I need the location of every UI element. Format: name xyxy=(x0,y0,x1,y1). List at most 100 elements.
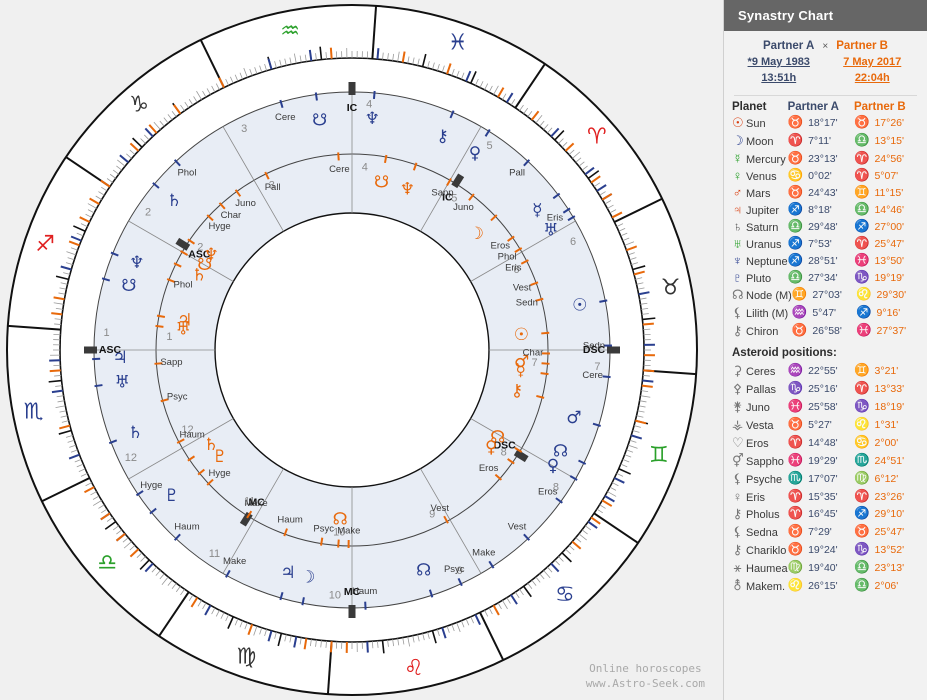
degree-value: 2°00' xyxy=(871,437,899,450)
chart-label: Cere xyxy=(582,370,603,381)
degree-value: 28°51' xyxy=(805,254,838,267)
mars-icon: ♂ xyxy=(732,184,743,200)
eros-icon: ♡ xyxy=(732,434,744,450)
planet-name: Sun xyxy=(746,117,766,130)
chart-label: Vest xyxy=(431,503,450,514)
watermark-line-2: www.Astro-Seek.com xyxy=(585,677,705,691)
partner-a-label[interactable]: Partner A xyxy=(763,40,814,52)
cell-planet: ♀ Eris xyxy=(732,488,788,505)
sign-icon: ♊ xyxy=(854,363,870,378)
chart-label: ☋ xyxy=(312,110,327,130)
cell-partner-b: ♈ 5°07' xyxy=(854,167,919,184)
sappho-icon: ⚥ xyxy=(732,452,744,468)
planet-name: Node (M) xyxy=(746,289,792,302)
planet-name: Haumea xyxy=(746,562,788,575)
planet-name: Chariklo xyxy=(746,544,787,557)
cell-partner-b: ♊ 11°15' xyxy=(854,184,919,201)
pluto-icon: ♇ xyxy=(732,269,743,285)
tick xyxy=(329,47,333,59)
planet-rows: ☉ Sun ♉ 18°17' ♉ 17°26' ☽ Moon ♈ 7°11' ♎ 13°15'… xyxy=(732,114,919,286)
degree-value: 2°06' xyxy=(871,580,899,593)
chart-label: 5 xyxy=(486,140,492,152)
planet-name: Mars xyxy=(746,187,771,200)
cell-partner-a: ♈ 14°48' xyxy=(788,434,854,452)
chart-label: 10 xyxy=(329,589,341,601)
degree-value: 13°50' xyxy=(871,254,905,267)
juno-icon: ⚵ xyxy=(732,398,743,414)
chart-label: ♉ xyxy=(661,276,681,301)
degree-value: 23°13' xyxy=(805,152,838,165)
chart-label: Eris xyxy=(547,213,564,224)
planet-name: Psyche xyxy=(746,473,783,486)
col-partner-a: Partner A xyxy=(787,100,839,113)
sign-icon: ♊ xyxy=(853,184,870,199)
cell-partner-a: ♊ 27°03' xyxy=(792,286,856,304)
tick xyxy=(641,384,653,388)
planet-name: Pluto xyxy=(746,272,772,285)
sign-icon: ♉ xyxy=(787,542,804,557)
cell-planet: ⚷ Chariklo xyxy=(732,541,788,559)
table-row: ♀ Venus ♋ 0°02' ♈ 5°07' xyxy=(732,167,919,184)
partner-a-datetime[interactable]: *9 May 1983 13:51h xyxy=(732,55,826,87)
cell-partner-b: ♐ 27°00' xyxy=(854,218,919,235)
table-row: ♅ Uranus ♐ 7°53' ♈ 25°47' xyxy=(732,235,919,252)
table-row: ♂ Mars ♉ 24°43' ♊ 11°15' xyxy=(732,184,919,201)
chariklo-icon: ⚷ xyxy=(732,541,743,557)
sign-icon: ♎ xyxy=(787,269,804,284)
sign-icon: ♐ xyxy=(787,201,804,216)
chart-label: 4 xyxy=(362,161,368,173)
chart-label: Make xyxy=(472,547,495,558)
chart-label: Phol xyxy=(498,251,517,262)
planet-name: Eros xyxy=(746,437,769,450)
chart-wheel-svg: ♈♉♊♋♌♍♎♏♐♑♒ ♓1234567891011121234567891011… xyxy=(6,4,698,696)
cell-partner-a: ♉ 23°13' xyxy=(788,150,854,167)
partner-b-datetime[interactable]: 7 May 2017 22:04h xyxy=(826,55,920,87)
planet-name: Lilith (M) xyxy=(746,307,789,320)
degree-value: 16°45' xyxy=(805,508,838,521)
cell-partner-a: ♉ 26°58' xyxy=(792,322,856,340)
dates-row: *9 May 1983 13:51h 7 May 2017 22:04h xyxy=(732,52,919,87)
chart-label: ♆ xyxy=(400,179,415,199)
planet-name: Pholus xyxy=(746,508,780,521)
sign-icon: ♎ xyxy=(854,560,870,575)
planet-name: Juno xyxy=(746,401,770,414)
tick xyxy=(156,314,166,318)
chart-label: Psyc xyxy=(444,564,465,575)
cell-partner-b: ♑ 13°52' xyxy=(854,541,919,559)
cell-partner-b: ♎ 13°15' xyxy=(854,132,919,150)
degree-value: 11°15' xyxy=(871,186,904,199)
chart-label: Haum xyxy=(277,515,302,526)
sign-icon: ♓ xyxy=(853,252,870,267)
chart-label: 6 xyxy=(570,236,576,248)
chart-label: Phol xyxy=(177,168,196,179)
partner-a-time: 13:51h xyxy=(761,71,797,84)
eris-icon: ♀ xyxy=(732,488,743,504)
chart-label: Vest xyxy=(513,283,532,294)
cell-planet: ♄ Saturn xyxy=(732,218,788,235)
cell-partner-b: ♊ 3°21' xyxy=(854,362,919,380)
col-planet: Planet xyxy=(732,100,767,113)
partner-b-label[interactable]: Partner B xyxy=(836,40,888,52)
planet-name: Pallas xyxy=(746,383,776,396)
chart-label: 1 xyxy=(104,327,110,339)
sign-icon: ♑ xyxy=(853,269,870,284)
chart-label: Haum xyxy=(174,521,199,532)
cell-partner-a: ♋ 0°02' xyxy=(788,167,854,184)
degree-value: 25°47' xyxy=(871,526,905,539)
venus-icon: ♀ xyxy=(732,167,743,183)
cell-partner-b: ♎ 2°06' xyxy=(854,577,919,595)
cell-partner-a: ♎ 29°48' xyxy=(788,218,854,235)
sign-icon: ♍ xyxy=(787,560,804,575)
table-row: ⚨ Makem. ♌ 26°15' ♎ 2°06' xyxy=(732,577,919,595)
cell-partner-b: ♋ 2°00' xyxy=(854,434,919,452)
cell-partner-b: ♑ 19°19' xyxy=(854,269,919,286)
cell-partner-b: ♈ 24°56' xyxy=(854,150,919,167)
moon-icon: ☽ xyxy=(732,132,744,148)
tick xyxy=(155,324,164,328)
chiron-icon: ⚷ xyxy=(732,322,743,338)
chart-label: Hyge xyxy=(140,480,162,491)
table-row: ⚸ Psyche ♏ 17°07' ♍ 6°12' xyxy=(732,470,919,488)
table-row: ☉ Sun ♉ 18°17' ♉ 17°26' xyxy=(732,114,919,132)
degree-value: 3°21' xyxy=(871,365,899,378)
chart-label: Hyge xyxy=(209,468,231,479)
